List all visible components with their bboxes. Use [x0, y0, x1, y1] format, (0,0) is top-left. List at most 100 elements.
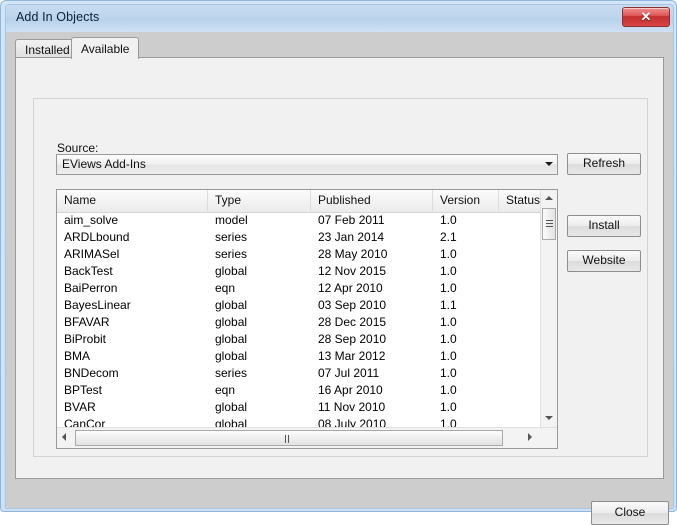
table-row[interactable]: BaiPerron eqn 12 Apr 2010 1.0 [57, 280, 540, 297]
caret-up-icon [545, 196, 553, 200]
cell-type: global [215, 417, 248, 427]
refresh-button[interactable]: Refresh [567, 153, 641, 175]
cell-version: 1.0 [440, 264, 457, 278]
cell-version: 1.0 [440, 400, 457, 414]
window-close-button[interactable]: ✕ [622, 7, 670, 27]
cell-version: 1.0 [440, 383, 457, 397]
source-dropdown[interactable]: EViews Add-Ins [56, 154, 558, 175]
cell-type: series [215, 366, 248, 380]
cell-name: ARDLbound [64, 230, 130, 244]
cell-version: 1.0 [440, 315, 457, 329]
cell-version: 1.0 [440, 247, 457, 261]
cell-type: global [215, 298, 248, 312]
cell-type: model [215, 213, 248, 227]
table-row[interactable]: BayesLinear global 03 Sep 2010 1.1 [57, 297, 540, 314]
cell-published: 12 Apr 2010 [318, 281, 383, 295]
table-row[interactable]: BNDecom series 07 Jul 2011 1.0 [57, 365, 540, 382]
cell-published: 28 Sep 2010 [318, 332, 387, 346]
scroll-left-button[interactable] [57, 429, 74, 447]
cell-type: eqn [215, 383, 236, 397]
cell-published: 03 Sep 2010 [318, 298, 387, 312]
table-row[interactable]: ARDLbound series 23 Jan 2014 2.1 [57, 229, 540, 246]
tab-strip: Installed Available [15, 37, 664, 59]
cell-name: BVAR [64, 400, 96, 414]
horizontal-scrollbar-thumb[interactable] [75, 430, 503, 446]
column-header-published[interactable]: Published [311, 190, 433, 211]
cell-published: 13 Mar 2012 [318, 349, 386, 363]
scroll-down-button[interactable] [541, 410, 557, 427]
dialog-window: Add In Objects ✕ Installed Available Sou… [0, 0, 677, 525]
table-row[interactable]: BackTest global 12 Nov 2015 1.0 [57, 263, 540, 280]
tab-installed[interactable]: Installed [15, 39, 80, 58]
table-row[interactable]: BFAVAR global 28 Dec 2015 1.0 [57, 314, 540, 331]
addins-list-view[interactable]: Name Type Published Version Status aim_s… [56, 189, 558, 449]
cell-type: global [215, 264, 248, 278]
close-button[interactable]: Close [591, 501, 669, 525]
list-header-row: Name Type Published Version Status [57, 190, 557, 213]
grip-icon [285, 435, 293, 443]
cell-name: BPTest [64, 383, 103, 397]
cell-version: 1.0 [440, 332, 457, 346]
cell-name: BNDecom [64, 366, 119, 380]
source-label: Source: [57, 141, 99, 155]
scroll-up-button[interactable] [541, 190, 557, 207]
cell-name: BiProbit [64, 332, 107, 346]
cell-version: 1.0 [440, 213, 457, 227]
cell-type: series [215, 230, 248, 244]
tab-page-available: Source: EViews Add-Ins Refresh Install W… [15, 57, 664, 479]
column-header-name[interactable]: Name [57, 190, 208, 211]
cell-type: eqn [215, 281, 236, 295]
cell-published: 07 Feb 2011 [318, 213, 385, 227]
caret-down-icon [545, 416, 553, 420]
cell-name: aim_solve [64, 213, 119, 227]
table-row[interactable]: CanCor global 08 July 2010 1.0 [57, 416, 540, 427]
title-bar[interactable]: Add In Objects ✕ [6, 5, 673, 32]
cell-version: 1.0 [440, 366, 457, 380]
grip-icon [546, 220, 553, 227]
cell-type: global [215, 315, 248, 329]
table-row[interactable]: BiProbit global 28 Sep 2010 1.0 [57, 331, 540, 348]
cell-type: global [215, 332, 248, 346]
cell-type: global [215, 349, 248, 363]
column-header-version[interactable]: Version [433, 190, 499, 211]
cell-published: 28 Dec 2015 [318, 315, 387, 329]
cell-version: 1.1 [440, 298, 457, 312]
scroll-right-button[interactable] [523, 429, 540, 447]
close-icon: ✕ [640, 9, 652, 24]
table-row[interactable]: BMA global 13 Mar 2012 1.0 [57, 348, 540, 365]
dialog-client-area: Installed Available Source: EViews Add-I… [6, 32, 673, 525]
caret-right-icon [528, 433, 532, 441]
caret-left-icon [62, 433, 66, 441]
table-row[interactable]: BPTest eqn 16 Apr 2010 1.0 [57, 382, 540, 399]
cell-published: 07 Jul 2011 [318, 366, 380, 380]
cell-published: 11 Nov 2010 [318, 400, 386, 414]
window-title: Add In Objects [16, 10, 100, 24]
cell-name: ARIMASel [64, 247, 120, 261]
horizontal-scrollbar[interactable] [57, 427, 557, 448]
cell-version: 2.1 [440, 230, 457, 244]
table-row[interactable]: aim_solve model 07 Feb 2011 1.0 [57, 212, 540, 229]
vertical-scrollbar-thumb[interactable] [542, 208, 556, 240]
cell-name: BFAVAR [64, 315, 110, 329]
cell-version: 1.0 [440, 417, 457, 427]
cell-type: series [215, 247, 248, 261]
column-header-type[interactable]: Type [208, 190, 311, 211]
website-button[interactable]: Website [567, 250, 641, 272]
tab-available[interactable]: Available [71, 37, 140, 59]
chevron-down-icon [545, 162, 553, 166]
cell-published: 28 May 2010 [318, 247, 388, 261]
cell-name: BayesLinear [64, 298, 131, 312]
cell-published: 23 Jan 2014 [318, 230, 385, 244]
list-body: aim_solve model 07 Feb 2011 1.0 ARDLbound ser… [57, 212, 540, 427]
cell-name: BaiPerron [64, 281, 118, 295]
install-button[interactable]: Install [567, 215, 641, 237]
source-dropdown-value: EViews Add-Ins [62, 157, 146, 171]
table-row[interactable]: ARIMASel series 28 May 2010 1.0 [57, 246, 540, 263]
cell-version: 1.0 [440, 281, 457, 295]
table-row[interactable]: BVAR global 11 Nov 2010 1.0 [57, 399, 540, 416]
cell-published: 16 Apr 2010 [318, 383, 383, 397]
cell-published: 12 Nov 2015 [318, 264, 387, 278]
vertical-scrollbar[interactable] [540, 190, 557, 427]
cell-name: CanCor [64, 417, 106, 427]
cell-version: 1.0 [440, 349, 457, 363]
